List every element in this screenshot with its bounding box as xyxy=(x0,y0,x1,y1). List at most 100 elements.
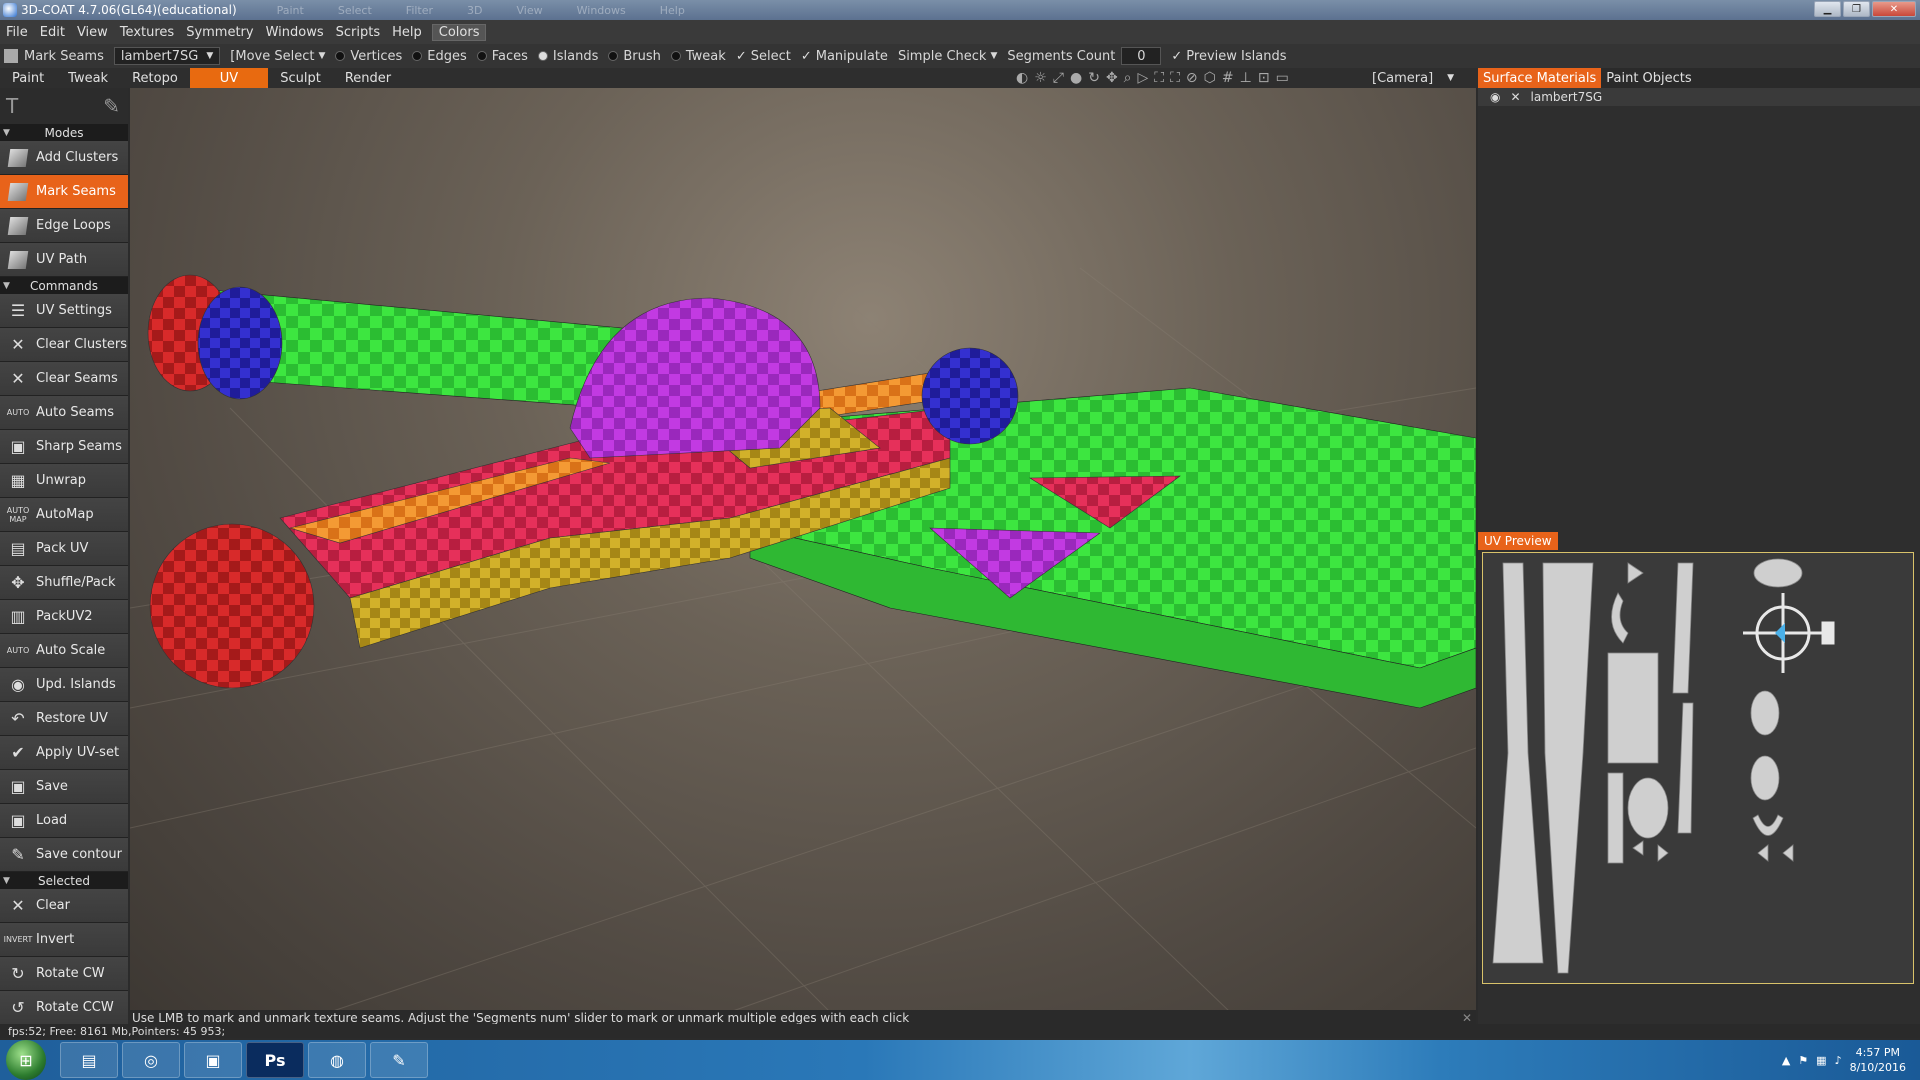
axis-icon[interactable]: ⊥ xyxy=(1240,70,1252,86)
frame-icon[interactable]: ⊡ xyxy=(1258,70,1270,86)
section-commands[interactable]: ▼ Commands xyxy=(0,277,128,294)
move-icon[interactable]: ✥ xyxy=(1106,70,1118,86)
flag-icon[interactable]: ⚑ xyxy=(1798,1054,1808,1067)
tool-save-contour[interactable]: ✎ Save contour xyxy=(0,838,128,872)
move-select-dropdown[interactable]: [Move Select ▼ xyxy=(230,49,325,64)
tab-surface-materials[interactable]: Surface Materials xyxy=(1478,68,1602,88)
tool-save[interactable]: ▣ Save xyxy=(0,770,128,804)
menu-scripts[interactable]: Scripts xyxy=(330,25,386,40)
vertices-radio[interactable]: Vertices xyxy=(335,49,402,64)
volume-icon[interactable]: ♪ xyxy=(1835,1054,1842,1067)
3dcoat-icon[interactable]: ◍ xyxy=(308,1042,366,1078)
maximize-button[interactable]: ❐ xyxy=(1843,1,1870,17)
shading-icon[interactable]: ◐ xyxy=(1016,70,1028,86)
section-modes[interactable]: ▼ Modes xyxy=(0,124,128,141)
tool-packuv2[interactable]: ▥ PackUV2 xyxy=(0,600,128,634)
tool-load[interactable]: ▣ Load xyxy=(0,804,128,838)
chrome-icon[interactable]: ◎ xyxy=(122,1042,180,1078)
grid-icon[interactable]: # xyxy=(1222,70,1234,86)
material-dropdown[interactable]: lambert7SG ▼ xyxy=(113,47,221,65)
select-checkbox[interactable]: ✓ Select xyxy=(736,49,791,64)
uv-preview-canvas[interactable] xyxy=(1482,552,1914,984)
tool-restore-uv[interactable]: ↶ Restore UV xyxy=(0,702,128,736)
uv-gizmo[interactable] xyxy=(1743,593,1835,673)
rotate-icon[interactable]: ↻ xyxy=(1088,70,1100,86)
tool-sharp-seams[interactable]: ▣ Sharp Seams xyxy=(0,430,128,464)
minimize-button[interactable]: ▁ xyxy=(1814,1,1841,17)
start-button[interactable]: ⊞ xyxy=(6,1040,46,1080)
tool-clear[interactable]: ✕ Clear xyxy=(0,889,128,923)
material-layer-row[interactable]: ◉ ✕ lambert7SG xyxy=(1478,88,1920,106)
menu-windows[interactable]: Windows xyxy=(260,25,330,40)
text-tool-icon[interactable]: T xyxy=(6,94,18,118)
play-icon[interactable]: ▷ xyxy=(1138,70,1149,86)
manipulate-checkbox[interactable]: ✓ Manipulate xyxy=(801,49,888,64)
camera-dropdown[interactable]: [Camera] ▼ xyxy=(1372,68,1472,88)
tweak-radio[interactable]: Tweak xyxy=(670,49,726,64)
scale-icon[interactable]: ⤢ xyxy=(1053,70,1064,86)
light-icon[interactable]: ☼ xyxy=(1034,70,1047,86)
tool-mark-seams[interactable]: Mark Seams xyxy=(0,175,128,209)
lock-x-icon[interactable]: ✕ xyxy=(1510,90,1520,104)
tool-edge-loops[interactable]: Edge Loops xyxy=(0,209,128,243)
explorer-icon[interactable]: ▤ xyxy=(60,1042,118,1078)
drop-icon[interactable]: ● xyxy=(1070,70,1082,86)
menu-colors[interactable]: Colors xyxy=(431,23,487,41)
fit-icon[interactable]: ⛶ xyxy=(1154,70,1164,86)
tool-apply-uv-set[interactable]: ✔ Apply UV-set xyxy=(0,736,128,770)
tab-paint[interactable]: Paint xyxy=(0,68,56,88)
segments-count-slider[interactable]: Segments Count 0 xyxy=(1007,47,1162,65)
tool-pack-uv[interactable]: ▤ Pack UV xyxy=(0,532,128,566)
menu-symmetry[interactable]: Symmetry xyxy=(180,25,259,40)
brush-radio[interactable]: Brush xyxy=(608,49,661,64)
menu-textures[interactable]: Textures xyxy=(114,25,180,40)
faces-radio[interactable]: Faces xyxy=(476,49,528,64)
tool-unwrap[interactable]: ▦ Unwrap xyxy=(0,464,128,498)
preview-islands-checkbox[interactable]: ✓ Preview Islands xyxy=(1171,49,1286,64)
segments-count-input[interactable]: 0 xyxy=(1121,47,1162,65)
close-button[interactable]: ✕ xyxy=(1872,1,1916,17)
photoshop-icon[interactable]: Ps xyxy=(246,1042,304,1078)
tool-shuffle-pack[interactable]: ✥ Shuffle/Pack xyxy=(0,566,128,600)
tab-retopo[interactable]: Retopo xyxy=(120,68,190,88)
menu-view[interactable]: View xyxy=(71,25,114,40)
close-hint-icon[interactable]: ✕ xyxy=(1462,1011,1472,1025)
tray-arrow-icon[interactable]: ▲ xyxy=(1782,1054,1790,1067)
section-selected[interactable]: ▼ Selected xyxy=(0,872,128,889)
tool-rotate-ccw[interactable]: ↺ Rotate CCW xyxy=(0,991,128,1025)
eye-icon[interactable]: ◉ xyxy=(1490,90,1500,104)
network-icon[interactable]: ▦ xyxy=(1816,1054,1826,1067)
image-icon[interactable]: ▭ xyxy=(1276,70,1289,86)
tab-uv[interactable]: UV xyxy=(189,68,269,88)
menu-file[interactable]: File xyxy=(0,25,34,40)
zoom-icon[interactable]: ⌕ xyxy=(1124,70,1132,86)
monitor-icon[interactable]: ▣ xyxy=(184,1042,242,1078)
tab-tweak[interactable]: Tweak xyxy=(56,68,120,88)
cube-view-icon[interactable]: ⬡ xyxy=(1204,70,1216,86)
edges-radio[interactable]: Edges xyxy=(412,49,467,64)
pen-icon[interactable]: ✎ xyxy=(103,94,120,118)
tab-sculpt[interactable]: Sculpt xyxy=(268,68,333,88)
tool-clear-seams[interactable]: ✕ Clear Seams xyxy=(0,362,128,396)
clock[interactable]: 4:57 PM 8/10/2016 xyxy=(1850,1045,1906,1075)
fit-selected-icon[interactable]: ⛶ xyxy=(1170,70,1180,86)
tool-clear-clusters[interactable]: ✕ Clear Clusters xyxy=(0,328,128,362)
tab-paint-objects[interactable]: Paint Objects xyxy=(1601,68,1696,88)
3d-viewport[interactable] xyxy=(130,88,1476,1012)
menu-edit[interactable]: Edit xyxy=(34,25,71,40)
paint-icon[interactable]: ✎ xyxy=(370,1042,428,1078)
tool-auto-seams[interactable]: AUTO Auto Seams xyxy=(0,396,128,430)
tool-automap[interactable]: AUTO MAP AutoMap xyxy=(0,498,128,532)
no-icon[interactable]: ⊘ xyxy=(1186,70,1198,86)
tool-upd-islands[interactable]: ◉ Upd. Islands xyxy=(0,668,128,702)
tab-render[interactable]: Render xyxy=(333,68,403,88)
tool-add-clusters[interactable]: Add Clusters xyxy=(0,141,128,175)
islands-radio[interactable]: Islands xyxy=(537,49,598,64)
tool-auto-scale[interactable]: AUTO Auto Scale xyxy=(0,634,128,668)
tool-rotate-cw[interactable]: ↻ Rotate CW xyxy=(0,957,128,991)
simple-check-dropdown[interactable]: Simple Check ▼ xyxy=(898,49,997,64)
tool-uv-settings[interactable]: ☰ UV Settings xyxy=(0,294,128,328)
tool-invert[interactable]: INVERT Invert xyxy=(0,923,128,957)
tool-uv-path[interactable]: UV Path xyxy=(0,243,128,277)
menu-help[interactable]: Help xyxy=(386,25,428,40)
